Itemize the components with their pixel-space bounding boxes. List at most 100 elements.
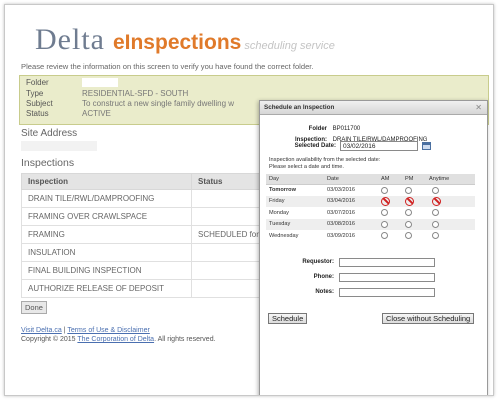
availability-header-row: Day Date AM PM Anytime xyxy=(266,174,475,185)
inspection-name[interactable]: FRAMING OVER CRAWLSPACE xyxy=(21,207,192,226)
site-address-heading: Site Address xyxy=(21,128,78,139)
selected-date-input[interactable]: 03/02/2016 xyxy=(340,141,418,151)
table-row[interactable]: FINAL BUILDING INSPECTION xyxy=(21,261,271,280)
inspection-name[interactable]: FINAL BUILDING INSPECTION xyxy=(21,261,192,280)
date-cell: 03/08/2016 xyxy=(324,218,378,230)
pm-radio[interactable] xyxy=(405,220,412,228)
table-row: Monday 03/07/2016 xyxy=(266,207,475,219)
subject-value: To construct a new single family dwellin… xyxy=(82,99,235,108)
visit-delta-link[interactable]: Visit Delta.ca xyxy=(21,327,62,334)
column-header-anytime: Anytime xyxy=(426,174,475,185)
date-cell: 03/07/2016 xyxy=(327,209,355,216)
intro-text: Please review the information on this sc… xyxy=(21,62,314,71)
inspection-name[interactable]: FRAMING xyxy=(21,225,192,244)
phone-row: Phone: xyxy=(260,274,334,280)
phone-label: Phone: xyxy=(313,274,334,280)
inspection-name[interactable]: INSULATION xyxy=(21,243,192,262)
dialog-folder-label: Folder xyxy=(308,126,327,132)
subject-row: Subject To construct a new single family … xyxy=(26,99,234,108)
availability-line-2: Please select a date and time. xyxy=(269,164,344,170)
notes-label: Notes: xyxy=(315,289,334,295)
close-icon[interactable]: ✕ xyxy=(475,103,482,112)
calendar-icon[interactable] xyxy=(422,142,431,150)
delta-einspections-logo: Delta eInspections scheduling service xyxy=(35,23,335,57)
app-window: Delta eInspections scheduling service Plea… xyxy=(4,4,494,396)
pm-radio[interactable] xyxy=(405,232,412,240)
inspection-name[interactable]: AUTHORIZE RELEASE OF DEPOSIT xyxy=(21,279,192,298)
am-radio[interactable] xyxy=(381,209,388,217)
column-header-am: AM xyxy=(378,174,402,185)
pm-radio[interactable] xyxy=(405,186,412,194)
table-row[interactable]: AUTHORIZE RELEASE OF DEPOSIT xyxy=(21,279,271,298)
anytime-radio[interactable] xyxy=(432,186,439,194)
dialog-folder-row: Folder BP011700 xyxy=(260,126,361,132)
inspections-header-row: Inspection Status xyxy=(21,173,271,190)
status-value: ACTIVE xyxy=(82,109,111,118)
availability-table: Day Date AM PM Anytime Tomorrow 03/03/20… xyxy=(266,174,475,242)
pm-radio[interactable] xyxy=(405,209,412,217)
type-label: Type xyxy=(26,89,44,98)
schedule-inspection-dialog: Schedule an Inspection ✕ Folder BP011700… xyxy=(259,100,488,395)
table-row: Tomorrow 03/03/2016 xyxy=(266,184,475,196)
requestor-label: Requestor: xyxy=(302,259,334,265)
day-cell: Monday xyxy=(269,209,289,216)
requestor-input[interactable] xyxy=(339,258,435,267)
folder-row: Folder xyxy=(26,78,118,88)
status-label: Status xyxy=(26,109,49,118)
dialog-title: Schedule an Inspection xyxy=(264,104,335,111)
table-row: Wednesday 03/09/2016 xyxy=(266,230,475,242)
am-radio[interactable] xyxy=(381,232,388,240)
date-cell: 03/09/2016 xyxy=(327,232,355,239)
day-cell: Tuesday xyxy=(266,218,324,230)
notes-row: Notes: xyxy=(260,289,334,295)
anytime-radio[interactable] xyxy=(432,209,439,217)
logo-tagline: scheduling service xyxy=(244,40,335,52)
am-radio[interactable] xyxy=(381,186,388,194)
phone-input[interactable] xyxy=(339,273,435,282)
availability-line-1: Inspection availability from the selecte… xyxy=(269,157,381,163)
table-row: Tuesday 03/08/2016 xyxy=(266,218,475,230)
logo-delta-text: Delta xyxy=(35,23,105,56)
column-header-date: Date xyxy=(324,174,378,185)
unavailable-icon xyxy=(381,196,390,206)
table-row[interactable]: DRAIN TILE/RWL/DAMPROOFING xyxy=(21,189,271,208)
copyright-prefix: Copyright © 2015 xyxy=(21,336,78,343)
table-row[interactable]: FRAMING OVER CRAWLSPACE xyxy=(21,207,271,226)
table-row[interactable]: INSULATION xyxy=(21,243,271,262)
dialog-folder-value: BP011700 xyxy=(332,126,361,132)
date-cell: 03/04/2016 xyxy=(324,195,378,207)
terms-link[interactable]: Terms of Use & Disclaimer xyxy=(67,327,149,334)
date-cell: 03/03/2016 xyxy=(327,187,355,193)
schedule-button[interactable]: Schedule xyxy=(268,313,308,324)
folder-value xyxy=(82,78,118,88)
subject-label: Subject xyxy=(26,99,53,108)
notes-input[interactable] xyxy=(339,288,435,297)
site-address-value xyxy=(21,141,97,151)
status-row: Status ACTIVE xyxy=(26,109,111,118)
day-cell: Tomorrow xyxy=(269,187,296,193)
type-row: Type RESIDENTIAL-SFD - SOUTH xyxy=(26,89,188,98)
type-value: RESIDENTIAL-SFD - SOUTH xyxy=(82,89,189,98)
corporation-link[interactable]: The Corporation of Delta xyxy=(77,336,154,343)
table-row[interactable]: FRAMING SCHEDULED for xyxy=(21,225,271,244)
column-header-inspection: Inspection xyxy=(21,173,192,190)
inspections-table: Inspection Status DRAIN TILE/RWL/DAMPROO… xyxy=(21,173,271,298)
done-button[interactable]: Done xyxy=(21,301,47,314)
requestor-row: Requestor: xyxy=(260,259,334,265)
am-radio[interactable] xyxy=(381,220,388,228)
unavailable-icon xyxy=(432,196,441,206)
copyright-suffix: . All rights reserved. xyxy=(154,336,216,343)
day-cell: Friday xyxy=(266,195,324,207)
availability-instructions: Inspection availability from the selecte… xyxy=(269,157,380,171)
table-row: Friday 03/04/2016 xyxy=(266,195,475,207)
anytime-radio[interactable] xyxy=(432,220,439,228)
inspections-heading: Inspections xyxy=(21,157,75,169)
anytime-radio[interactable] xyxy=(432,232,439,240)
folder-label: Folder xyxy=(26,78,49,87)
selected-date-label: Selected Date: xyxy=(294,143,336,149)
footer: Visit Delta.ca | Terms of Use & Disclaim… xyxy=(21,326,216,344)
unavailable-icon xyxy=(405,196,414,206)
inspection-name[interactable]: DRAIN TILE/RWL/DAMPROOFING xyxy=(21,189,192,208)
dialog-title-bar: Schedule an Inspection ✕ xyxy=(260,101,487,115)
close-without-scheduling-button[interactable]: Close without Scheduling xyxy=(382,313,475,324)
